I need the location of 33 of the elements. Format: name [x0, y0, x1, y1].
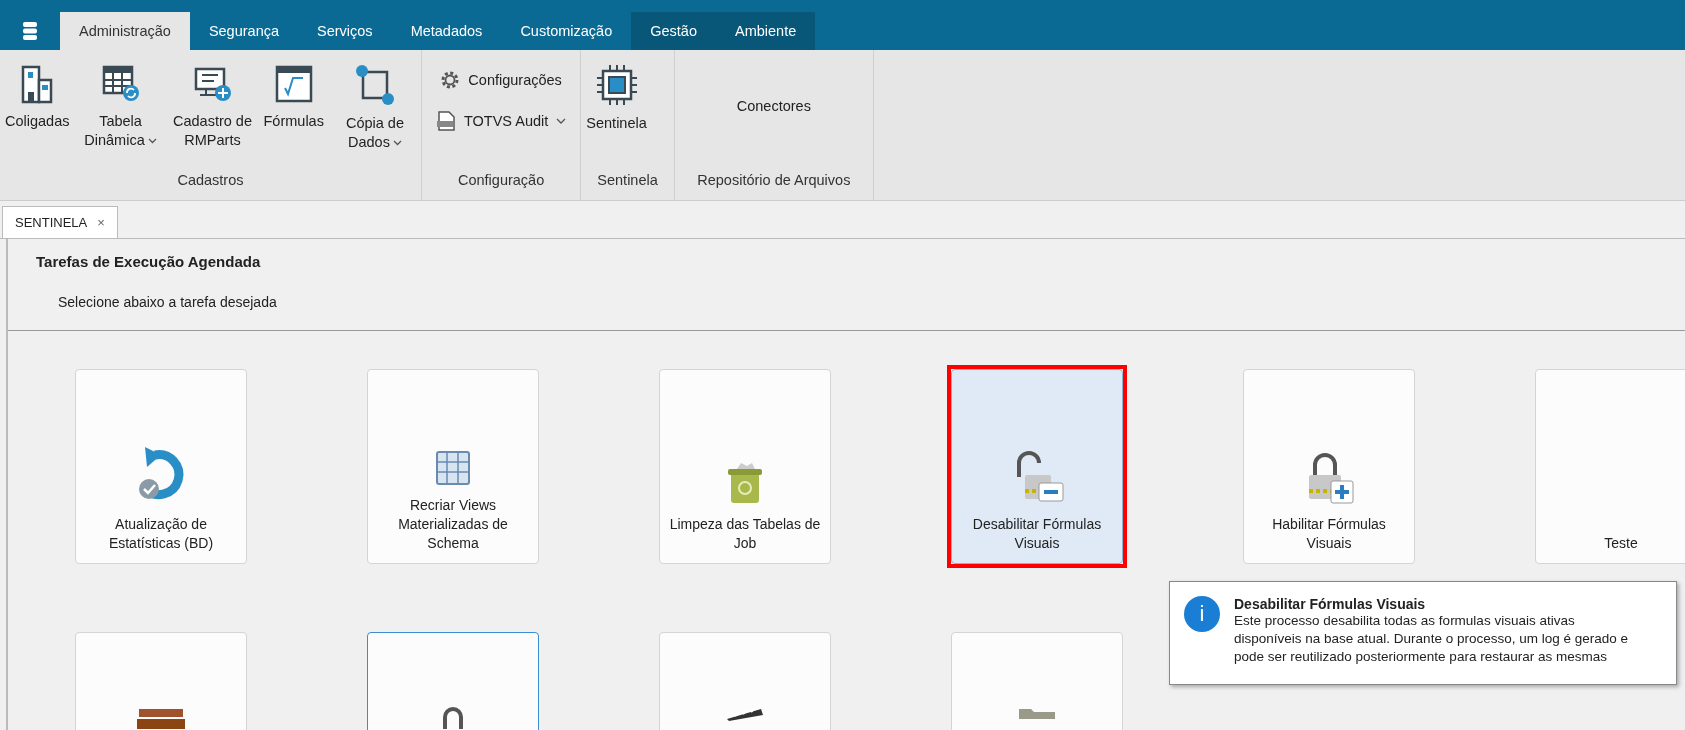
ribbon-tab[interactable]: Serviços — [298, 12, 392, 50]
ribbon-tab[interactable]: Metadados — [391, 12, 502, 50]
ribbon-button[interactable]: Conectores — [694, 94, 853, 118]
task-card[interactable]: Limpeza das Tabelas de Job — [659, 369, 831, 564]
document-tab[interactable]: SENTINELA × — [2, 206, 118, 238]
ribbon-group-label: Configuração — [457, 171, 546, 190]
ribbon-tab[interactable]: Segurança — [189, 12, 298, 50]
ribbon-group-label: Sentinela — [596, 171, 659, 190]
tooltip-text: Este processo desabilita todas as formulas visuais ativas disponíveis na base atual. Durante o processo, um log é gerado e pode ser reutilizado posteriormente para restaurar as mesmas — [1234, 612, 1629, 666]
task-card[interactable]: Recriar Views Materializadas de Schema — [367, 369, 539, 564]
ribbon-tab[interactable]: Gestão — [631, 12, 716, 50]
task-card[interactable]: Atualização de Estatísticas (BD) — [75, 369, 247, 564]
ribbon-tab[interactable]: Customização — [501, 12, 632, 50]
ribbon-group-label: Cadastros — [176, 171, 245, 190]
ribbon-button[interactable]: Coligadas — [0, 50, 75, 164]
task-card[interactable]: Habilitar Fórmulas Visuais — [1243, 369, 1415, 564]
instruction-text: Selecione abaixo a tarefa desejada — [57, 293, 278, 310]
task-card[interactable]: Teste — [1535, 369, 1685, 564]
close-tab-button[interactable]: × — [97, 215, 105, 230]
info-icon: i — [1184, 596, 1220, 632]
page-heading: Tarefas de Execução Agendada — [35, 252, 262, 270]
ribbon-group-label: Repositório de Arquivos — [696, 171, 852, 190]
ribbon-button[interactable]: Tabela Dinâmica — [74, 50, 167, 164]
ribbon-button[interactable]: Sentinela — [581, 50, 652, 164]
ribbon-button[interactable]: Cópia de Dados — [328, 50, 421, 164]
ribbon-button[interactable]: Configurações — [436, 64, 566, 96]
ribbon-tab[interactable]: Ambiente — [716, 12, 816, 50]
task-card[interactable]: Desabilitar Fórmulas Visuais — [951, 369, 1123, 564]
ribbon-button[interactable]: TOTVS Audit — [431, 104, 571, 138]
ribbon-tab[interactable]: Administração — [60, 12, 190, 50]
tooltip-title: Desabilitar Fórmulas Visuais — [1234, 596, 1427, 612]
ribbon-button[interactable]: Fórmulas — [258, 50, 329, 164]
ribbon-button[interactable]: Cadastro de RMParts — [166, 50, 259, 164]
